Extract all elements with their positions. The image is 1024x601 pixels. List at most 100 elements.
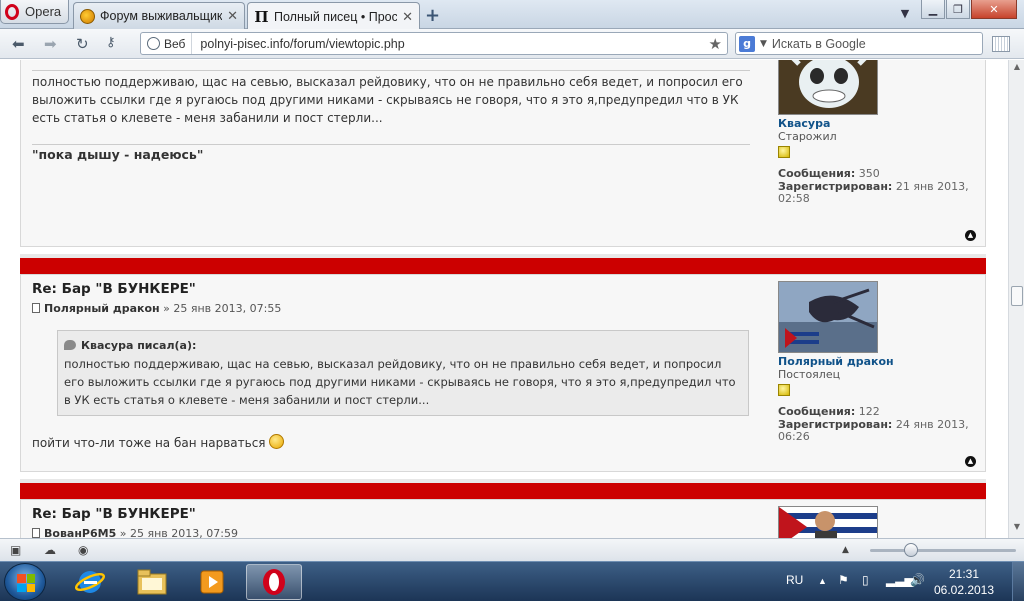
opera-unite-cloud-icon[interactable]: ☁ — [44, 543, 56, 557]
address-toolbar: ⬅ ➡ ↻ ⚷ Веб polnyi-pisec.info/forum/view… — [0, 29, 1024, 59]
opera-menu-button[interactable]: Opera — [0, 0, 69, 24]
zoom-slider-track[interactable] — [870, 549, 1016, 552]
avatar[interactable] — [778, 60, 878, 115]
windows-taskbar: RU ▲ ⚑ ▯ ▂▃▅ 🔊 21:31 06.02.2013 — [0, 561, 1024, 601]
author-name-link[interactable]: Квасура — [778, 117, 978, 131]
avatar-man-flag-image — [779, 507, 877, 538]
web-mode-label: Веб — [164, 36, 186, 51]
back-arrow-icon[interactable]: ⬅ — [12, 35, 25, 53]
scroll-down-arrow-icon[interactable]: ▼ — [1009, 522, 1024, 536]
maximize-button[interactable]: ❐ — [946, 0, 970, 19]
author-rank: Постоялец — [778, 367, 841, 381]
forum-post: полностью поддерживаю, щас на севью, выс… — [20, 60, 986, 247]
page-viewport: полностью поддерживаю, щас на севью, выс… — [0, 60, 1008, 538]
url-text[interactable]: polnyi-pisec.info/forum/viewtopic.php — [192, 37, 708, 51]
tab-polnyi-pisec[interactable]: П Полный писец • Прос... ✕ — [247, 2, 420, 30]
opera-logo-icon — [5, 3, 19, 20]
post-meta: ВованP6M5 » 25 янв 2013, 07:59 — [32, 527, 238, 538]
forum-favicon-icon — [80, 8, 95, 24]
internet-explorer-taskbar-icon[interactable] — [62, 564, 118, 600]
post-header-bar — [20, 254, 986, 274]
browser-titlebar: Opera Форум выживальщик... ✕ П Полный пи… — [0, 0, 1024, 30]
action-center-flag-icon[interactable]: ⚑ — [838, 573, 849, 587]
sidebar-toggle-icon[interactable] — [992, 36, 1010, 52]
new-tab-plus-icon[interactable]: + — [425, 5, 440, 26]
quote-text: полностью поддерживаю, щас на севью, выс… — [64, 357, 736, 407]
tab-list-chevron-down-icon[interactable]: ▼ — [892, 4, 918, 23]
quote-block: Квасура писал(а): полностью поддерживаю,… — [57, 330, 749, 416]
post-author-link[interactable]: Полярный дракон — [44, 302, 160, 315]
tab-forum[interactable]: Форум выживальщик... ✕ — [73, 2, 245, 29]
file-explorer-taskbar-icon[interactable] — [124, 564, 180, 600]
post-document-icon[interactable] — [32, 528, 40, 538]
show-desktop-button[interactable] — [1012, 562, 1024, 601]
post-date: » 25 янв 2013, 07:59 — [119, 527, 238, 538]
opera-taskbar-icon[interactable] — [246, 564, 302, 600]
rank-badge-icon — [778, 384, 790, 396]
avatar[interactable] — [778, 506, 878, 538]
search-field[interactable]: g ▼ Искать в Google — [735, 32, 983, 55]
start-button[interactable] — [4, 563, 46, 601]
back-to-top-icon[interactable]: ▲ — [965, 230, 976, 241]
close-window-button[interactable]: ✕ — [971, 0, 1017, 19]
author-name-link[interactable]: Полярный дракон — [778, 355, 978, 369]
author-rank: Старожил — [778, 129, 837, 143]
system-clock[interactable]: 21:31 06.02.2013 — [930, 566, 998, 598]
signature-divider — [32, 144, 750, 145]
post-author-link[interactable]: ВованP6M5 — [44, 527, 116, 538]
bookmark-star-icon[interactable]: ★ — [709, 35, 727, 53]
show-hidden-icons-chevron-up-icon[interactable]: ▲ — [818, 576, 827, 586]
pi-favicon-icon: П — [254, 7, 269, 26]
post-body: полностью поддерживаю, щас на севью, выс… — [32, 75, 743, 125]
web-mode-chip[interactable]: Веб — [141, 33, 193, 54]
browser-statusbar: ▣ ☁ ◉ ▲ — [0, 538, 1024, 561]
close-tab-icon[interactable]: ✕ — [402, 9, 413, 25]
close-tab-icon[interactable]: ✕ — [227, 8, 238, 24]
panel-toggle-icon[interactable]: ▣ — [10, 543, 21, 557]
media-player-taskbar-icon[interactable] — [184, 564, 240, 600]
windows-logo-icon — [17, 574, 35, 592]
author-profile: Квасура Старожил Сообщения: 350 Зарегист… — [778, 60, 978, 206]
post-meta: Полярный дракон » 25 янв 2013, 07:55 — [32, 302, 281, 315]
quote-bubble-icon — [64, 340, 76, 350]
post-title[interactable]: Re: Бар "В БУНКЕРЕ" — [32, 281, 196, 297]
post-title[interactable]: Re: Бар "В БУНКЕРЕ" — [32, 506, 196, 522]
opera-menu-label: Opera — [25, 4, 62, 19]
author-profile — [778, 506, 978, 538]
view-up-arrow-icon[interactable]: ▲ — [842, 545, 849, 555]
address-field[interactable]: Веб polnyi-pisec.info/forum/viewtopic.ph… — [140, 32, 728, 55]
divider — [32, 70, 750, 71]
scroll-up-arrow-icon[interactable]: ▲ — [1009, 62, 1024, 76]
avatar[interactable] — [778, 281, 878, 353]
search-engine-chevron-down-icon[interactable]: ▼ — [760, 39, 767, 49]
scrollbar-thumb[interactable] — [1011, 286, 1023, 306]
vertical-scrollbar[interactable]: ▲ ▼ — [1008, 60, 1024, 538]
globe-icon — [147, 37, 160, 50]
author-registered: Зарегистрирован: 21 янв 2013, 02:58 — [778, 179, 969, 205]
search-placeholder[interactable]: Искать в Google — [772, 37, 866, 51]
back-to-top-icon[interactable]: ▲ — [965, 456, 976, 467]
tab-title: Полный писец • Прос... — [274, 9, 398, 24]
google-icon[interactable]: g — [739, 35, 755, 52]
post-signature: "пока дышу - надеюсь" — [32, 147, 204, 162]
rank-badge-icon — [778, 146, 790, 158]
forward-arrow-icon[interactable]: ➡ — [44, 35, 57, 53]
post-document-icon[interactable] — [32, 303, 40, 313]
avatar-dragon-flag-image — [779, 282, 877, 352]
volume-speaker-icon[interactable]: 🔊 — [910, 573, 925, 587]
avatar-creature-image — [779, 60, 877, 114]
zoom-slider-handle[interactable] — [904, 543, 918, 557]
post-header-bar — [20, 479, 986, 499]
clock-date: 06.02.2013 — [933, 583, 995, 597]
minimize-button[interactable]: ▁ — [921, 0, 945, 19]
smile-emoticon-icon — [269, 434, 285, 449]
language-indicator[interactable]: RU — [786, 573, 803, 587]
reload-icon[interactable]: ↻ — [76, 35, 89, 53]
tab-title: Форум выживальщик... — [100, 9, 223, 23]
device-icon[interactable]: ▯ — [862, 573, 869, 587]
key-icon[interactable]: ⚷ — [106, 35, 116, 50]
author-registered: Зарегистрирован: 24 янв 2013, 06:26 — [778, 417, 969, 443]
forum-post: Re: Бар "В БУНКЕРЕ" Полярный дракон » 25… — [20, 274, 986, 472]
speed-dial-icon[interactable]: ◉ — [78, 543, 88, 557]
author-profile: Полярный дракон Постоялец Сообщения: 122… — [778, 281, 978, 444]
